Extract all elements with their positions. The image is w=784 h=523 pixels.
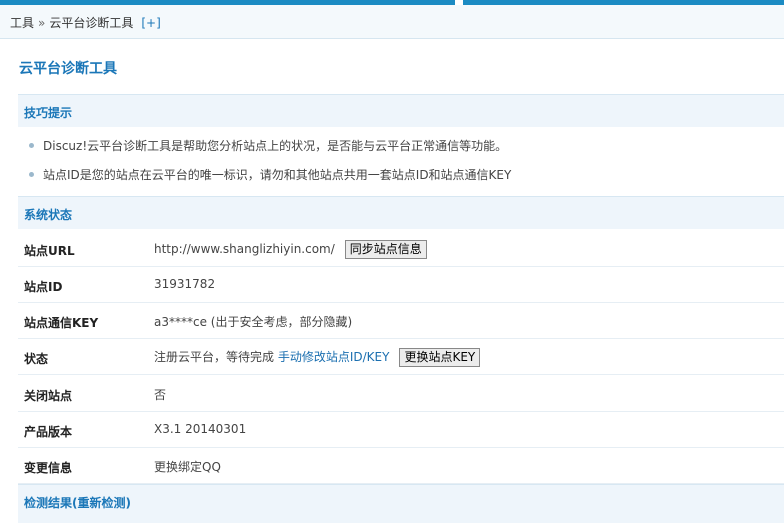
edit-site-id-key-link[interactable]: 手动修改站点ID/KEY — [278, 350, 390, 364]
row-label: 站点URL — [24, 244, 75, 258]
system-status-section-header: 系统状态 — [18, 196, 784, 229]
status-row-site-closed: 关闭站点 否 — [18, 376, 784, 412]
status-row-change-info: 变更信息 更换绑定QQ — [18, 448, 784, 484]
breadcrumb-current: 云平台诊断工具 — [49, 16, 134, 30]
site-id-value: 31931782 — [154, 277, 216, 291]
status-value: 注册云平台，等待完成 — [154, 350, 275, 364]
bullet-icon — [29, 143, 34, 148]
system-status-heading: 系统状态 — [24, 208, 73, 222]
tip-item: 站点ID是您的站点在云平台的唯一标识，请勿和其他站点共用一套站点ID和站点通信K… — [29, 166, 511, 183]
row-label: 产品版本 — [24, 425, 73, 439]
row-label: 站点ID — [24, 280, 63, 294]
row-label: 变更信息 — [24, 461, 73, 475]
breadcrumb-expand-button[interactable]: [+] — [141, 16, 160, 30]
page-title: 云平台诊断工具 — [19, 61, 117, 77]
tips-section-header: 技巧提示 — [18, 94, 784, 127]
change-bound-qq-link[interactable]: 更换绑定QQ — [154, 458, 221, 475]
row-value: http://www.shanglizhiyin.com/同步站点信息 — [154, 240, 427, 259]
row-label: 状态 — [24, 352, 49, 366]
tip-item: Discuz!云平台诊断工具是帮助您分析站点上的状况，是否能与云平台正常通信等功… — [29, 137, 507, 154]
sync-site-info-button[interactable]: 同步站点信息 — [344, 240, 427, 259]
row-value: 注册云平台，等待完成 手动修改站点ID/KEY 更换站点KEY — [154, 348, 481, 367]
status-row-site-id: 站点ID 31931782 — [18, 267, 784, 303]
row-label: 站点通信KEY — [24, 316, 99, 330]
tip-text: Discuz!云平台诊断工具是帮助您分析站点上的状况，是否能与云平台正常通信等功… — [43, 139, 508, 153]
status-row-status: 状态 注册云平台，等待完成 手动修改站点ID/KEY 更换站点KEY — [18, 339, 784, 375]
check-results-heading[interactable]: 检测结果(重新检测) — [24, 494, 131, 511]
breadcrumb-root-link[interactable]: 工具 — [10, 16, 34, 30]
breadcrumb: 工具 » 云平台诊断工具 [+] — [0, 5, 784, 39]
change-site-key-button[interactable]: 更换站点KEY — [399, 348, 481, 367]
bullet-icon — [29, 172, 34, 177]
tips-heading: 技巧提示 — [24, 106, 73, 120]
check-results-section-header: 检测结果(重新检测) — [18, 484, 784, 523]
breadcrumb-separator: » — [38, 16, 46, 30]
version-value: X3.1 20140301 — [154, 422, 247, 436]
tip-text: 站点ID是您的站点在云平台的唯一标识，请勿和其他站点共用一套站点ID和站点通信K… — [43, 168, 512, 182]
row-label: 关闭站点 — [24, 389, 73, 403]
site-closed-value: 否 — [154, 388, 167, 402]
status-row-site-key: 站点通信KEY a3****ce (出于安全考虑，部分隐藏) — [18, 303, 784, 339]
status-row-version: 产品版本 X3.1 20140301 — [18, 412, 784, 448]
site-url-value: http://www.shanglizhiyin.com/ — [154, 242, 335, 256]
status-row-site-url: 站点URL http://www.shanglizhiyin.com/同步站点信… — [18, 231, 784, 267]
site-key-value: a3****ce (出于安全考虑，部分隐藏) — [154, 315, 353, 329]
